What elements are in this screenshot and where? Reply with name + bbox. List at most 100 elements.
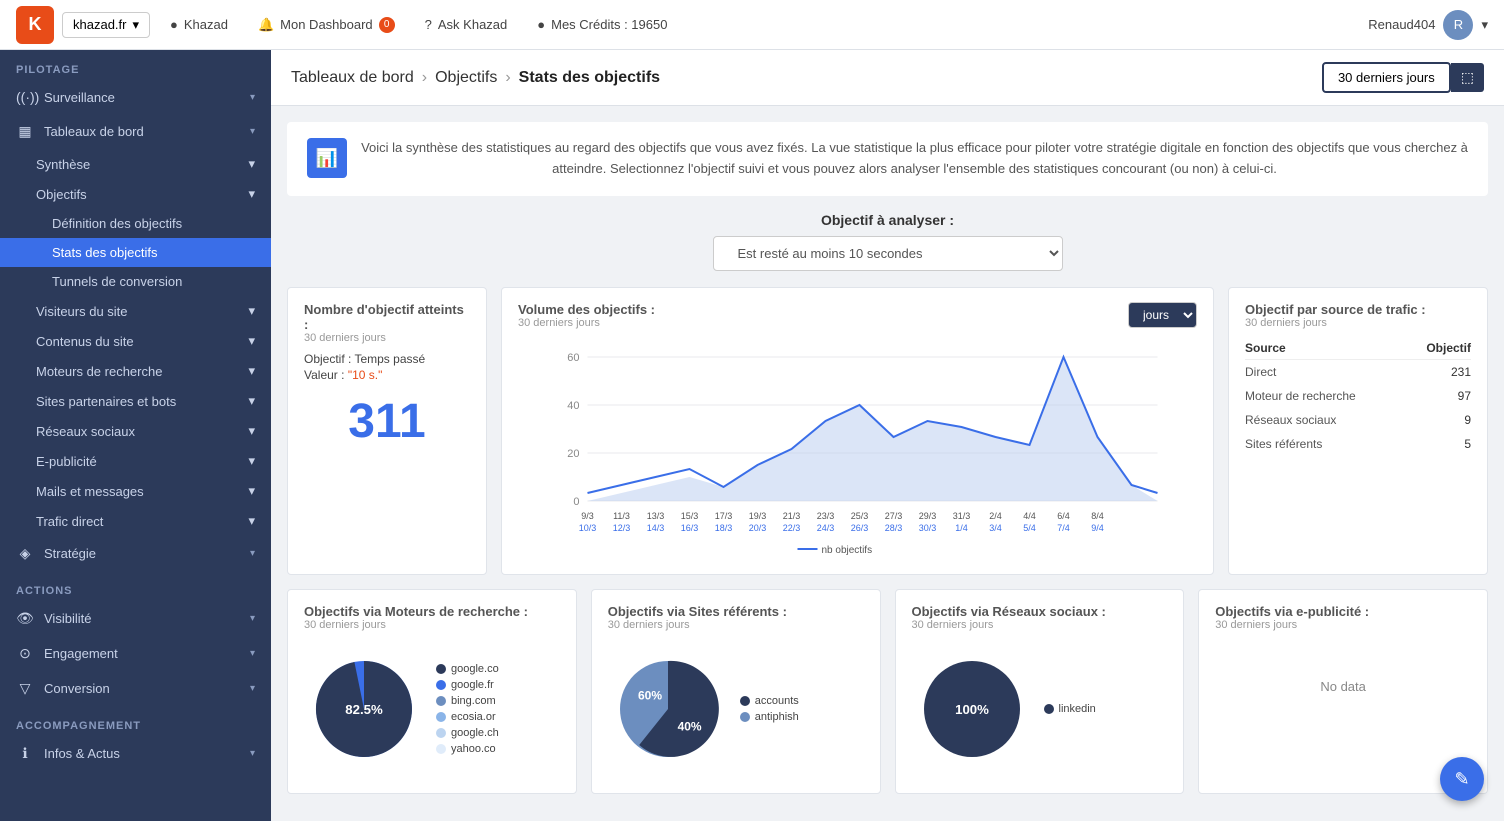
sidebar-item-visibilite[interactable]: 👁 Visibilité ▾ [0, 601, 271, 636]
pie-chart-referents: 60% 40% [608, 649, 728, 769]
nav-ask[interactable]: ? Ask Khazad [425, 17, 508, 32]
col-source: Source [1245, 337, 1406, 360]
source-cell: Sites référents [1245, 432, 1406, 456]
sidebar-item-label: Visiteurs du site [36, 304, 128, 319]
svg-text:20/3: 20/3 [749, 523, 767, 533]
pilotage-label: PILOTAGE [0, 50, 271, 80]
svg-text:26/3: 26/3 [851, 523, 869, 533]
info-banner: 📊 Voici la synthèse des statistiques au … [287, 122, 1488, 196]
svg-text:24/3: 24/3 [817, 523, 835, 533]
sidebar-item-strategie[interactable]: ◈ Stratégie ▾ [0, 536, 271, 571]
sidebar-item-label: Trafic direct [36, 514, 103, 529]
table-row: Direct231 [1245, 359, 1471, 384]
username: Renaud404 [1368, 17, 1435, 32]
legend-label: google.ch [451, 727, 499, 739]
pie-area-moteurs: 82.5% google.co google.fr [304, 639, 560, 779]
table-row: Moteur de recherche97 [1245, 384, 1471, 408]
svg-text:16/3: 16/3 [681, 523, 699, 533]
legend-item: accounts [740, 695, 799, 707]
sidebar-item-epublicite[interactable]: E-publicité ▾ [0, 446, 271, 476]
chevron-icon: ▾ [248, 483, 255, 499]
sidebar-item-infos[interactable]: ℹ Infos & Actus ▾ [0, 736, 271, 771]
eye-icon: 👁 [16, 610, 34, 627]
pie-chart-moteurs: 82.5% [304, 649, 424, 769]
source-cell: Réseaux sociaux [1245, 408, 1406, 432]
svg-text:10/3: 10/3 [579, 523, 597, 533]
sidebar-item-contenus[interactable]: Contenus du site ▾ [0, 326, 271, 356]
site-selector[interactable]: khazad.fr ▾ [62, 12, 150, 38]
sidebar-item-definition[interactable]: Définition des objectifs [0, 209, 271, 238]
nav-dashboard[interactable]: 🔔 Mon Dashboard 0 [258, 17, 395, 33]
svg-text:29/3: 29/3 [919, 511, 937, 521]
legend-dot [436, 696, 446, 706]
col-objectif: Objectif [1406, 337, 1471, 360]
breadcrumb-bar: Tableaux de bord › Objectifs › Stats des… [271, 50, 1504, 106]
breadcrumb-item-2[interactable]: Objectifs [435, 69, 497, 87]
actions-label: ACTIONS [0, 571, 271, 601]
chart-icon: 📊 [316, 148, 338, 169]
nav-khazad[interactable]: ● Khazad [170, 17, 228, 32]
svg-text:5/4: 5/4 [1023, 523, 1036, 533]
svg-text:17/3: 17/3 [715, 511, 733, 521]
legend-item: linkedin [1044, 703, 1096, 715]
sidebar-item-label: Visibilité [44, 611, 91, 626]
chart-period-select[interactable]: jours [1128, 302, 1197, 328]
sidebar-item-objectifs[interactable]: Objectifs ▾ [0, 179, 271, 209]
card-referents-title: Objectifs via Sites référents : [608, 604, 864, 619]
sidebar-item-label: Moteurs de recherche [36, 364, 162, 379]
card-nb-subtitle: 30 derniers jours [304, 332, 470, 344]
breadcrumb-sep: › [422, 69, 427, 87]
user-area[interactable]: Renaud404 R ▾ [1368, 10, 1488, 40]
sidebar-item-label: Infos & Actus [44, 746, 120, 761]
credits-icon: ● [537, 17, 545, 32]
sidebar-item-tableaux[interactable]: ▦ Tableaux de bord ▾ [0, 114, 271, 149]
sidebar-item-stats[interactable]: Stats des objectifs [0, 238, 271, 267]
objectif-dropdown[interactable]: Est resté au moins 10 secondes [713, 236, 1063, 271]
date-range-selector: 30 derniers jours ⬚ [1322, 62, 1484, 93]
sidebar-item-label: Tableaux de bord [44, 124, 144, 139]
notification-badge: 0 [379, 17, 395, 33]
legend-label: google.co [451, 663, 499, 675]
page-content: 📊 Voici la synthèse des statistiques au … [271, 106, 1504, 810]
source-cell: Moteur de recherche [1245, 384, 1406, 408]
sidebar-item-trafic[interactable]: Trafic direct ▾ [0, 506, 271, 536]
sidebar-item-visiteurs[interactable]: Visiteurs du site ▾ [0, 296, 271, 326]
date-range-button[interactable]: ⬚ [1451, 63, 1484, 92]
sidebar-item-synthese[interactable]: Synthèse ▾ [0, 149, 271, 179]
radar-icon: ((·)) [16, 89, 34, 105]
legend-dot [436, 664, 446, 674]
svg-text:19/3: 19/3 [749, 511, 767, 521]
edit-icon: ✎ [1454, 769, 1469, 790]
svg-text:30/3: 30/3 [919, 523, 937, 533]
sidebar-item-surveillance[interactable]: ((·)) Surveillance ▾ [0, 80, 271, 114]
legend-item: google.ch [436, 727, 499, 739]
svg-text:6/4: 6/4 [1057, 511, 1070, 521]
chevron-icon: ▾ [250, 92, 255, 103]
svg-text:11/3: 11/3 [613, 511, 630, 521]
card-volume: Volume des objectifs : 30 derniers jours… [501, 287, 1214, 575]
engagement-icon: ⊙ [16, 645, 34, 662]
svg-text:13/3: 13/3 [647, 511, 665, 521]
sidebar-item-reseaux[interactable]: Réseaux sociaux ▾ [0, 416, 271, 446]
card-referents-subtitle: 30 derniers jours [608, 619, 864, 631]
breadcrumb-item-1[interactable]: Tableaux de bord [291, 69, 414, 87]
sidebar-item-mails[interactable]: Mails et messages ▾ [0, 476, 271, 506]
chevron-icon: ▾ [248, 333, 255, 349]
sidebar-item-label: Mails et messages [36, 484, 144, 499]
sidebar-item-conversion[interactable]: ▽ Conversion ▾ [0, 671, 271, 706]
svg-text:22/3: 22/3 [783, 523, 801, 533]
grid-icon: ▦ [16, 123, 34, 140]
sidebar-item-tunnels[interactable]: Tunnels de conversion [0, 267, 271, 296]
svg-text:9/4: 9/4 [1091, 523, 1104, 533]
fab-button[interactable]: ✎ [1440, 757, 1484, 801]
sidebar-item-partenaires[interactable]: Sites partenaires et bots ▾ [0, 386, 271, 416]
sidebar-item-moteurs[interactable]: Moteurs de recherche ▾ [0, 356, 271, 386]
legend-label: yahoo.co [451, 743, 496, 755]
legend-dot [436, 744, 446, 754]
conversion-icon: ▽ [16, 680, 34, 697]
date-range-input[interactable]: 30 derniers jours [1322, 62, 1451, 93]
logo-icon[interactable]: K [16, 6, 54, 44]
breadcrumb-sep: › [505, 69, 510, 87]
nav-credits[interactable]: ● Mes Crédits : 19650 [537, 17, 667, 32]
sidebar-item-engagement[interactable]: ⊙ Engagement ▾ [0, 636, 271, 671]
